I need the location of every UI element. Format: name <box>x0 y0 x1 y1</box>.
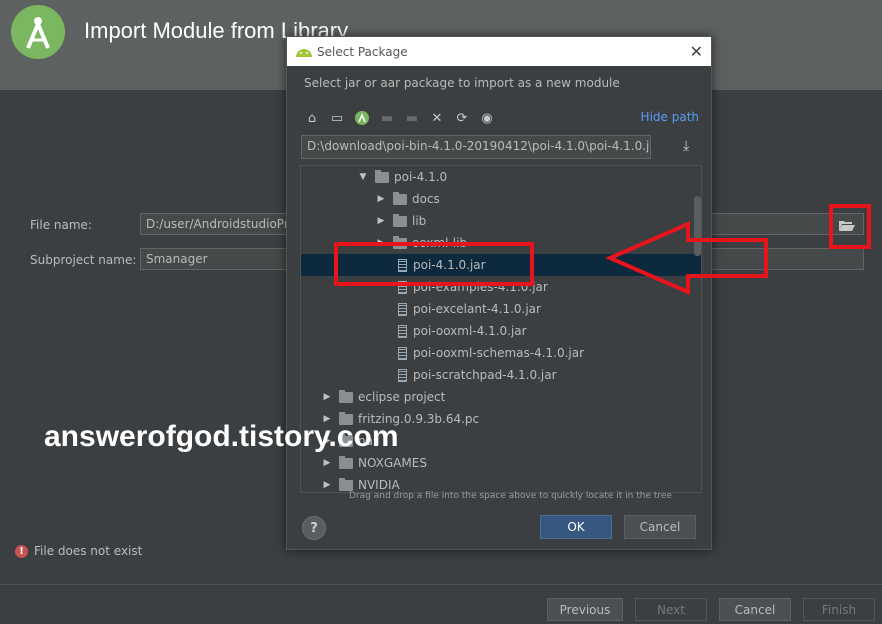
expand-arrow-icon[interactable]: ▶ <box>375 216 387 226</box>
expand-arrow-icon[interactable]: ▼ <box>357 172 369 182</box>
dialog-cancel-button[interactable]: Cancel <box>624 515 696 539</box>
folder-icon <box>375 169 389 183</box>
folder-icon <box>339 455 353 469</box>
error-text: File does not exist <box>34 544 143 558</box>
jar-file-icon <box>398 324 407 338</box>
tree-item-eclipse-project[interactable]: ▶ eclipse project <box>301 386 701 408</box>
tree-item-poi-4.1.0[interactable]: ▼ poi-4.1.0 <box>301 166 701 188</box>
jar-file-icon <box>398 368 407 382</box>
file-name-label: File name: <box>30 218 92 232</box>
tree-item-poi-ooxml-schemas-jar[interactable]: poi-ooxml-schemas-4.1.0.jar <box>301 342 701 364</box>
dialog-description: Select jar or aar package to import as a… <box>304 76 620 90</box>
watermark-text: answerofgod.tistory.com <box>44 420 399 453</box>
highlight-box-browse <box>829 204 871 249</box>
tree-item-poi-ooxml-jar[interactable]: poi-ooxml-4.1.0.jar <box>301 320 701 342</box>
tree-item-label: lib <box>412 214 427 228</box>
finish-button[interactable]: Finish <box>803 598 875 621</box>
folder-icon <box>393 191 407 205</box>
refresh-icon[interactable]: ⟳ <box>453 109 471 127</box>
jar-file-icon <box>398 346 407 360</box>
delete-icon[interactable]: ✕ <box>428 109 446 127</box>
android-icon <box>296 48 312 57</box>
tree-item-docs[interactable]: ▶ docs <box>301 188 701 210</box>
tree-item-label: poi-ooxml-schemas-4.1.0.jar <box>413 346 585 360</box>
folder-icon <box>393 213 407 227</box>
folder-icon <box>339 477 353 491</box>
expand-arrow-icon[interactable]: ▶ <box>321 392 333 402</box>
ok-button[interactable]: OK <box>540 515 612 539</box>
path-input[interactable]: D:\download\poi-bin-4.1.0-20190412\poi-4… <box>301 135 651 159</box>
highlight-box-jar <box>334 242 534 286</box>
tree-item-poi-scratchpad-jar[interactable]: poi-scratchpad-4.1.0.jar <box>301 364 701 386</box>
error-message: ! File does not exist <box>15 544 142 558</box>
new-file-icon[interactable]: ▬ <box>403 109 421 127</box>
home-icon[interactable]: ⌂ <box>303 109 321 127</box>
annotation-arrow-icon <box>604 220 768 296</box>
tree-item-label: poi-4.1.0 <box>394 170 448 184</box>
tree-item-label: NOXGAMES <box>358 456 427 470</box>
tree-item-poi-excelant-jar[interactable]: poi-excelant-4.1.0.jar <box>301 298 701 320</box>
expand-arrow-icon[interactable]: ▶ <box>321 458 333 468</box>
expand-arrow-icon[interactable]: ▶ <box>375 194 387 204</box>
subproject-name-label: Subproject name: <box>30 253 137 267</box>
previous-button[interactable]: Previous <box>547 598 623 621</box>
help-button[interactable]: ? <box>302 516 326 540</box>
dialog-titlebar: Select Package ✕ <box>287 37 711 66</box>
dialog-title: Select Package <box>317 44 408 59</box>
wizard-cancel-button[interactable]: Cancel <box>719 598 791 621</box>
android-studio-logo-icon <box>11 5 65 59</box>
tree-item-label: docs <box>412 192 440 206</box>
tree-item-label: poi-scratchpad-4.1.0.jar <box>413 368 557 382</box>
android-icon[interactable] <box>353 109 371 127</box>
close-icon[interactable]: ✕ <box>690 42 703 61</box>
hide-path-link[interactable]: Hide path <box>641 110 699 124</box>
tree-item-label: NVIDIA <box>358 478 400 492</box>
show-hidden-icon[interactable]: ◉ <box>478 109 496 127</box>
tree-item-label: poi-excelant-4.1.0.jar <box>413 302 541 316</box>
footer-divider <box>0 584 882 585</box>
expand-arrow-icon[interactable]: ▶ <box>321 480 333 490</box>
next-button[interactable]: Next <box>635 598 707 621</box>
tree-item-label: poi-ooxml-4.1.0.jar <box>413 324 527 338</box>
jar-file-icon <box>398 302 407 316</box>
desktop-icon[interactable]: ▭ <box>328 109 346 127</box>
tree-item-noxgames[interactable]: ▶ NOXGAMES <box>301 452 701 474</box>
drag-drop-hint: Drag and drop a file into the space abov… <box>349 491 672 501</box>
tree-item-label: eclipse project <box>358 390 446 404</box>
download-icon[interactable]: ⤓ <box>683 138 689 154</box>
error-icon: ! <box>15 544 28 558</box>
new-folder-icon[interactable]: ▬ <box>378 109 396 127</box>
folder-icon <box>339 389 353 403</box>
